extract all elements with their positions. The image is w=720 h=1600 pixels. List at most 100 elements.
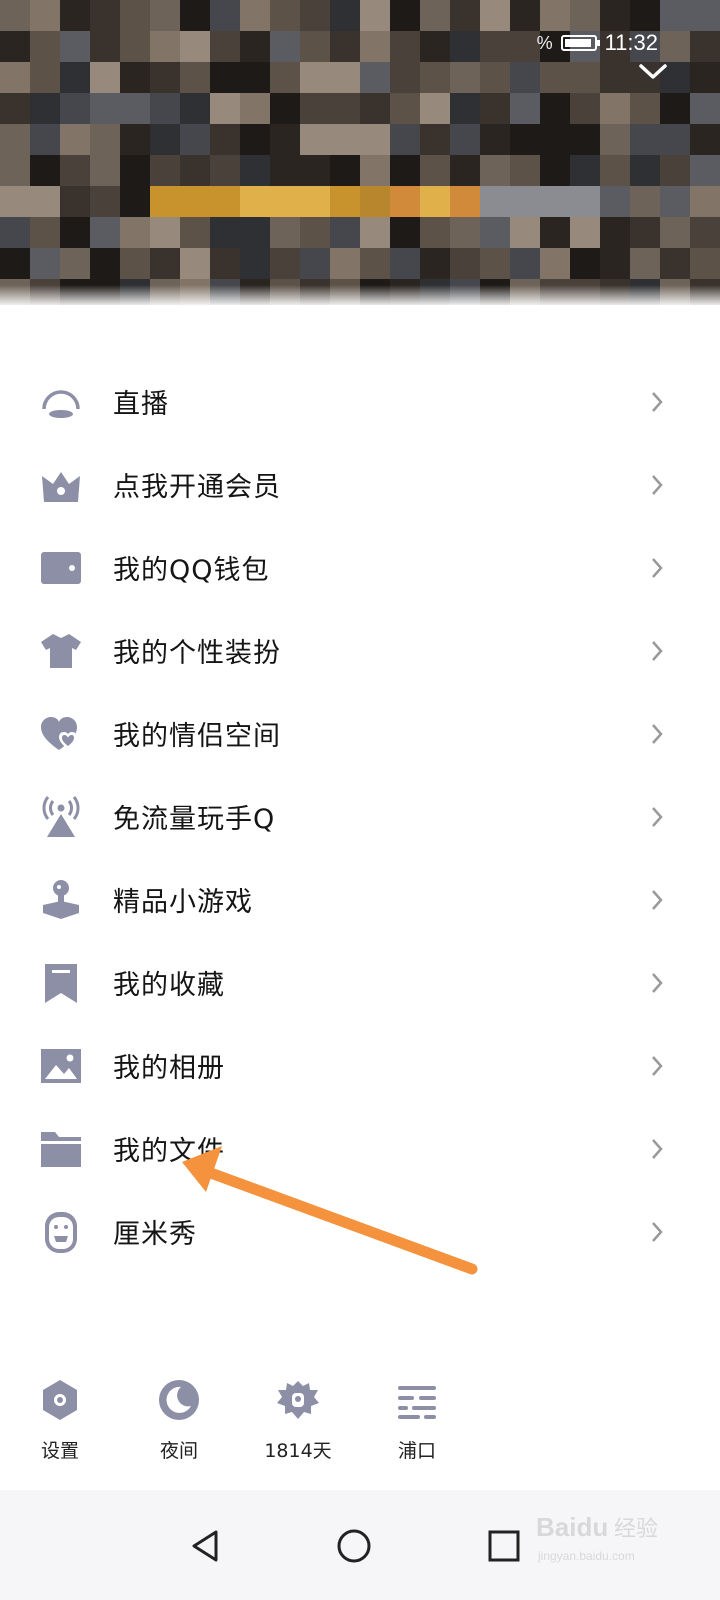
mosaic-tile bbox=[0, 217, 30, 248]
mosaic-tile bbox=[390, 62, 420, 93]
mosaic-tile bbox=[120, 31, 150, 62]
mosaic-tile bbox=[660, 248, 690, 279]
home-nav-icon[interactable] bbox=[334, 1526, 374, 1566]
mosaic-tile bbox=[210, 248, 240, 279]
back-nav-icon[interactable] bbox=[186, 1526, 226, 1566]
mosaic-tile bbox=[420, 93, 450, 124]
mosaic-tile bbox=[30, 93, 60, 124]
recents-nav-icon[interactable] bbox=[484, 1526, 524, 1566]
mosaic-tile bbox=[360, 124, 390, 155]
collapse-chevron-icon[interactable] bbox=[638, 60, 668, 84]
mosaic-tile bbox=[630, 0, 660, 31]
menu-item-mini-games[interactable]: 精品小游戏 bbox=[0, 858, 720, 941]
mosaic-tile bbox=[420, 248, 450, 279]
mosaic-tile bbox=[390, 155, 420, 186]
mosaic-tile bbox=[150, 31, 180, 62]
mosaic-tile bbox=[300, 155, 330, 186]
baidu-jingyan-watermark: Baidu 经验 jingyan.baidu.com bbox=[532, 1500, 672, 1570]
mosaic-tile bbox=[480, 62, 510, 93]
mosaic-tile bbox=[540, 93, 570, 124]
menu-item-cmshow[interactable]: 厘米秀 bbox=[0, 1190, 720, 1273]
mosaic-tile bbox=[510, 248, 540, 279]
mosaic-tile bbox=[30, 31, 60, 62]
mosaic-tile bbox=[330, 93, 360, 124]
menu-item-album[interactable]: 我的相册 bbox=[0, 1024, 720, 1107]
mosaic-tile bbox=[600, 155, 630, 186]
mosaic-tile bbox=[90, 124, 120, 155]
weather-button[interactable]: 浦口 bbox=[367, 1378, 467, 1463]
mosaic-tile bbox=[690, 217, 720, 248]
mosaic-tile bbox=[690, 155, 720, 186]
chevron-right-icon bbox=[650, 888, 664, 912]
mosaic-tile bbox=[120, 62, 150, 93]
mosaic-tile bbox=[0, 0, 30, 31]
mosaic-tile bbox=[690, 124, 720, 155]
mosaic-tile bbox=[510, 217, 540, 248]
days-label: 1814天 bbox=[264, 1440, 332, 1462]
menu-item-files[interactable]: 我的文件 bbox=[0, 1107, 720, 1190]
mosaic-tile bbox=[480, 124, 510, 155]
mosaic-tile bbox=[540, 62, 570, 93]
mosaic-tile bbox=[90, 31, 120, 62]
mosaic-tile bbox=[420, 124, 450, 155]
chevron-right-icon bbox=[650, 1054, 664, 1078]
days-badge-button[interactable]: 1814天 bbox=[248, 1378, 348, 1463]
menu-item-wallet[interactable]: 我的QQ钱包 bbox=[0, 526, 720, 609]
mosaic-tile bbox=[120, 124, 150, 155]
mosaic-tile bbox=[630, 186, 660, 217]
mosaic-tile bbox=[300, 217, 330, 248]
chevron-right-icon bbox=[650, 390, 664, 414]
mosaic-tile bbox=[240, 155, 270, 186]
menu-item-theme[interactable]: 我的个性装扮 bbox=[0, 609, 720, 692]
mosaic-tile bbox=[120, 248, 150, 279]
mosaic-tile bbox=[360, 186, 390, 217]
mosaic-tile bbox=[600, 62, 630, 93]
mosaic-tile bbox=[480, 93, 510, 124]
mosaic-tile bbox=[330, 62, 360, 93]
profile-header-banner[interactable]: % 11:32 bbox=[0, 0, 720, 305]
mosaic-tile bbox=[270, 124, 300, 155]
settings-button[interactable]: 设置 bbox=[10, 1378, 110, 1463]
mosaic-tile bbox=[360, 93, 390, 124]
live-icon bbox=[40, 381, 82, 423]
mosaic-tile bbox=[450, 248, 480, 279]
night-mode-button[interactable]: 夜间 bbox=[129, 1378, 229, 1463]
mosaic-tile bbox=[240, 0, 270, 31]
mosaic-tile bbox=[120, 155, 150, 186]
mosaic-tile bbox=[0, 155, 30, 186]
mosaic-tile bbox=[360, 0, 390, 31]
mosaic-tile bbox=[270, 248, 300, 279]
mosaic-tile bbox=[60, 155, 90, 186]
mosaic-tile bbox=[420, 217, 450, 248]
mosaic-tile bbox=[450, 0, 480, 31]
menu-item-favorites[interactable]: 我的收藏 bbox=[0, 941, 720, 1024]
mosaic-tile bbox=[300, 93, 330, 124]
mosaic-tile bbox=[480, 248, 510, 279]
mosaic-tile bbox=[240, 124, 270, 155]
days-badge-icon bbox=[276, 1378, 320, 1422]
mosaic-tile bbox=[600, 186, 630, 217]
mosaic-tile bbox=[60, 186, 90, 217]
mosaic-tile bbox=[90, 217, 120, 248]
mosaic-tile bbox=[450, 186, 480, 217]
mosaic-tile bbox=[690, 62, 720, 93]
mosaic-tile bbox=[240, 31, 270, 62]
status-bar: % 11:32 bbox=[537, 30, 658, 56]
mosaic-tile bbox=[570, 0, 600, 31]
mosaic-tile bbox=[150, 155, 180, 186]
mosaic-tile bbox=[210, 124, 240, 155]
svg-text:Baidu: Baidu bbox=[536, 1512, 608, 1542]
menu-item-free-data[interactable]: 免流量玩手Q bbox=[0, 775, 720, 858]
mosaic-tile bbox=[510, 31, 540, 62]
mosaic-tile bbox=[420, 0, 450, 31]
mosaic-tile bbox=[30, 186, 60, 217]
mosaic-tile bbox=[90, 186, 120, 217]
header-fade bbox=[0, 285, 720, 305]
mosaic-tile bbox=[180, 248, 210, 279]
menu-item-couple[interactable]: 我的情侣空间 bbox=[0, 692, 720, 775]
mosaic-tile bbox=[150, 124, 180, 155]
menu-item-vip[interactable]: 点我开通会员 bbox=[0, 443, 720, 526]
mosaic-tile bbox=[390, 93, 420, 124]
menu-item-live[interactable]: 直播 bbox=[0, 360, 720, 443]
menu-item-label: 我的个性装扮 bbox=[113, 638, 281, 669]
